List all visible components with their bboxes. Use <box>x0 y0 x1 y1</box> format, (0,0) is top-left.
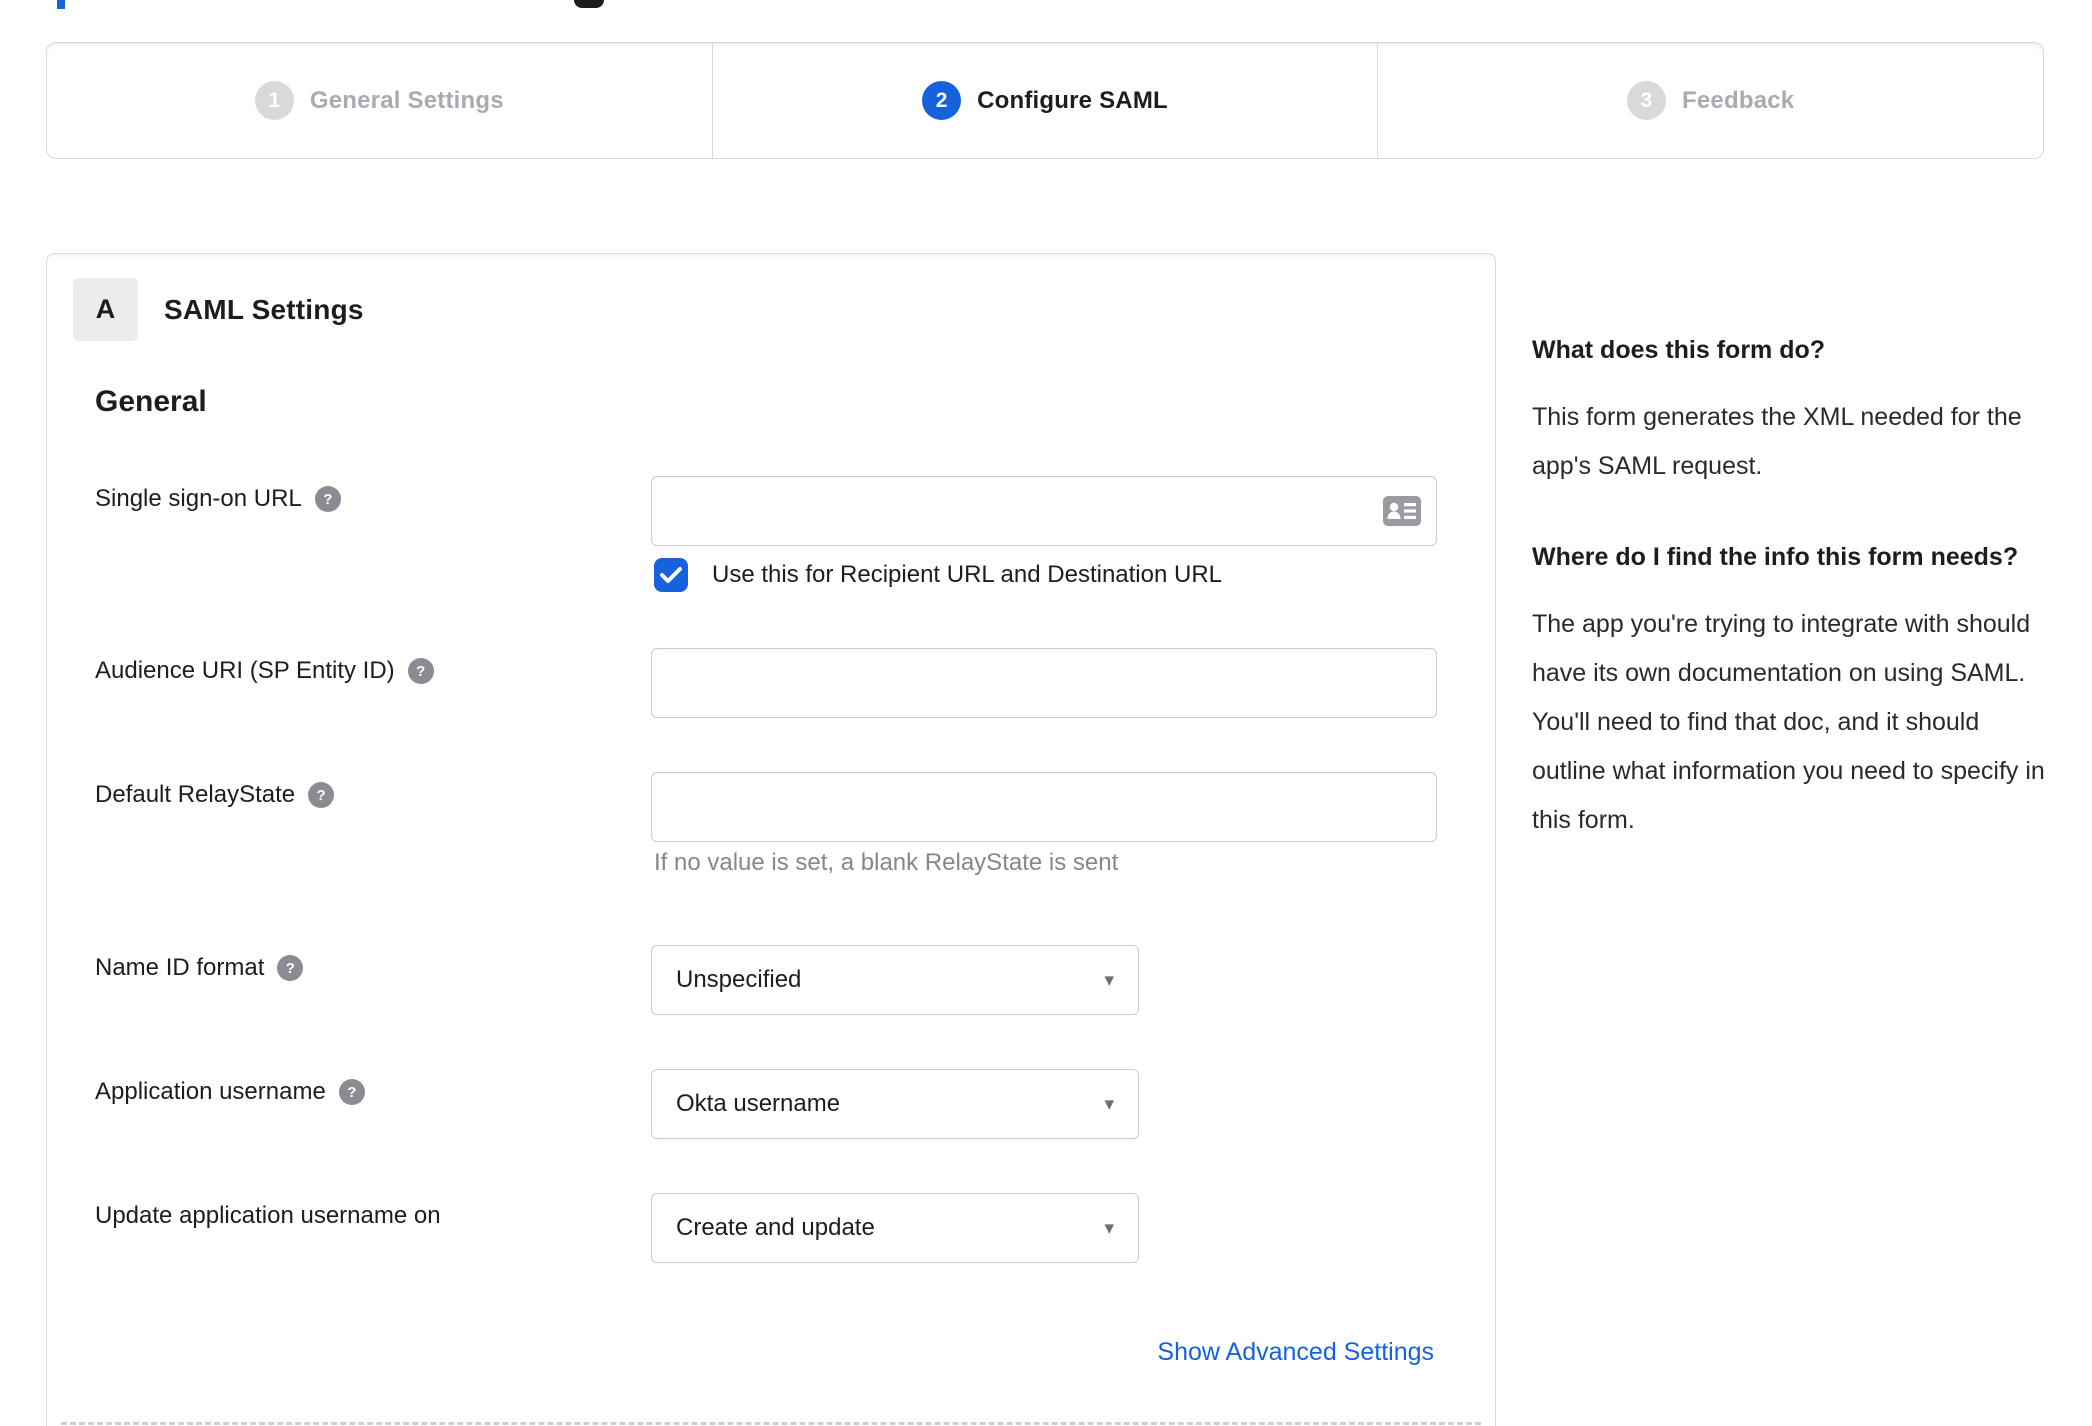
sso-url-label-row: Single sign-on URL ? <box>95 485 341 513</box>
update-username-value: Create and update <box>676 1214 875 1241</box>
help-question-2: Where do I find the info this form needs… <box>1532 543 2019 571</box>
app-username-value: Okta username <box>676 1090 841 1117</box>
sso-url-label: Single sign-on URL <box>95 485 302 512</box>
checkmark-icon <box>660 567 682 583</box>
chevron-down-icon: ▾ <box>1104 1217 1114 1239</box>
step-number-badge: 2 <box>922 81 962 120</box>
dashed-divider <box>61 1422 1481 1425</box>
header-fragment-lock-icon <box>574 0 604 8</box>
step-number-badge: 3 <box>1627 81 1667 120</box>
update-username-label: Update application username on <box>95 1202 441 1229</box>
audience-uri-input[interactable] <box>651 648 1437 718</box>
step-feedback[interactable]: 3 Feedback <box>1377 43 2043 158</box>
help-icon[interactable]: ? <box>338 1079 365 1105</box>
help-answer-2: The app you're trying to integrate with … <box>1532 610 2045 834</box>
help-icon[interactable]: ? <box>277 955 304 981</box>
step-configure-saml[interactable]: 2 Configure SAML <box>711 43 1378 158</box>
audience-uri-label: Audience URI (SP Entity ID) <box>95 657 395 684</box>
relaystate-label: Default RelayState <box>95 781 296 808</box>
update-username-label-row: Update application username on <box>95 1202 441 1230</box>
update-username-select[interactable]: Create and update ▾ <box>651 1193 1139 1263</box>
relaystate-label-row: Default RelayState ? <box>95 781 335 809</box>
sso-url-input-wrap <box>651 476 1437 546</box>
step-label: General Settings <box>309 86 504 114</box>
help-icon[interactable]: ? <box>308 782 335 808</box>
name-id-format-label: Name ID format <box>95 954 265 981</box>
help-icon[interactable]: ? <box>407 658 434 684</box>
relaystate-input[interactable] <box>651 772 1437 842</box>
show-advanced-settings-link[interactable]: Show Advanced Settings <box>1157 1338 1434 1367</box>
recipient-url-checkbox-row: Use this for Recipient URL and Destinati… <box>654 558 1222 592</box>
chevron-down-icon: ▾ <box>1104 969 1114 991</box>
help-sidebar: What does this form do? This form genera… <box>1532 326 2052 845</box>
help-block-where: Where do I find the info this form needs… <box>1532 533 2052 845</box>
step-number-badge: 1 <box>254 81 294 120</box>
panel-title: SAML Settings <box>164 293 364 325</box>
contact-card-icon <box>1383 496 1421 526</box>
chevron-down-icon: ▾ <box>1104 1093 1114 1115</box>
step-general-settings[interactable]: 1 General Settings <box>47 43 712 158</box>
name-id-format-select[interactable]: Unspecified ▾ <box>651 945 1139 1015</box>
name-id-format-value: Unspecified <box>676 966 802 993</box>
step-label: Feedback <box>1682 86 1795 114</box>
recipient-url-checkbox-label: Use this for Recipient URL and Destinati… <box>712 561 1223 588</box>
header-fragment-blue <box>57 0 65 9</box>
help-answer-1: This form generates the XML needed for t… <box>1532 403 2022 480</box>
app-username-select[interactable]: Okta username ▾ <box>651 1069 1139 1139</box>
saml-settings-panel: A SAML Settings General Single sign-on U… <box>46 253 1496 1426</box>
app-username-label: Application username <box>95 1078 326 1105</box>
relaystate-hint: If no value is set, a blank RelayState i… <box>654 849 1119 876</box>
help-block-what: What does this form do? This form genera… <box>1532 326 2052 491</box>
step-label: Configure SAML <box>977 86 1168 114</box>
wizard-step-bar: 1 General Settings 2 Configure SAML 3 Fe… <box>46 42 2044 159</box>
section-a-badge: A <box>73 278 138 341</box>
sso-url-input[interactable] <box>651 476 1437 546</box>
app-username-label-row: Application username ? <box>95 1078 365 1106</box>
general-group-title: General <box>95 385 207 418</box>
name-id-format-label-row: Name ID format ? <box>95 954 304 982</box>
help-icon[interactable]: ? <box>314 486 341 512</box>
panel-header: A SAML Settings <box>73 278 364 341</box>
recipient-url-checkbox[interactable] <box>654 558 688 592</box>
help-question-1: What does this form do? <box>1532 336 1826 364</box>
audience-uri-label-row: Audience URI (SP Entity ID) ? <box>95 657 434 685</box>
